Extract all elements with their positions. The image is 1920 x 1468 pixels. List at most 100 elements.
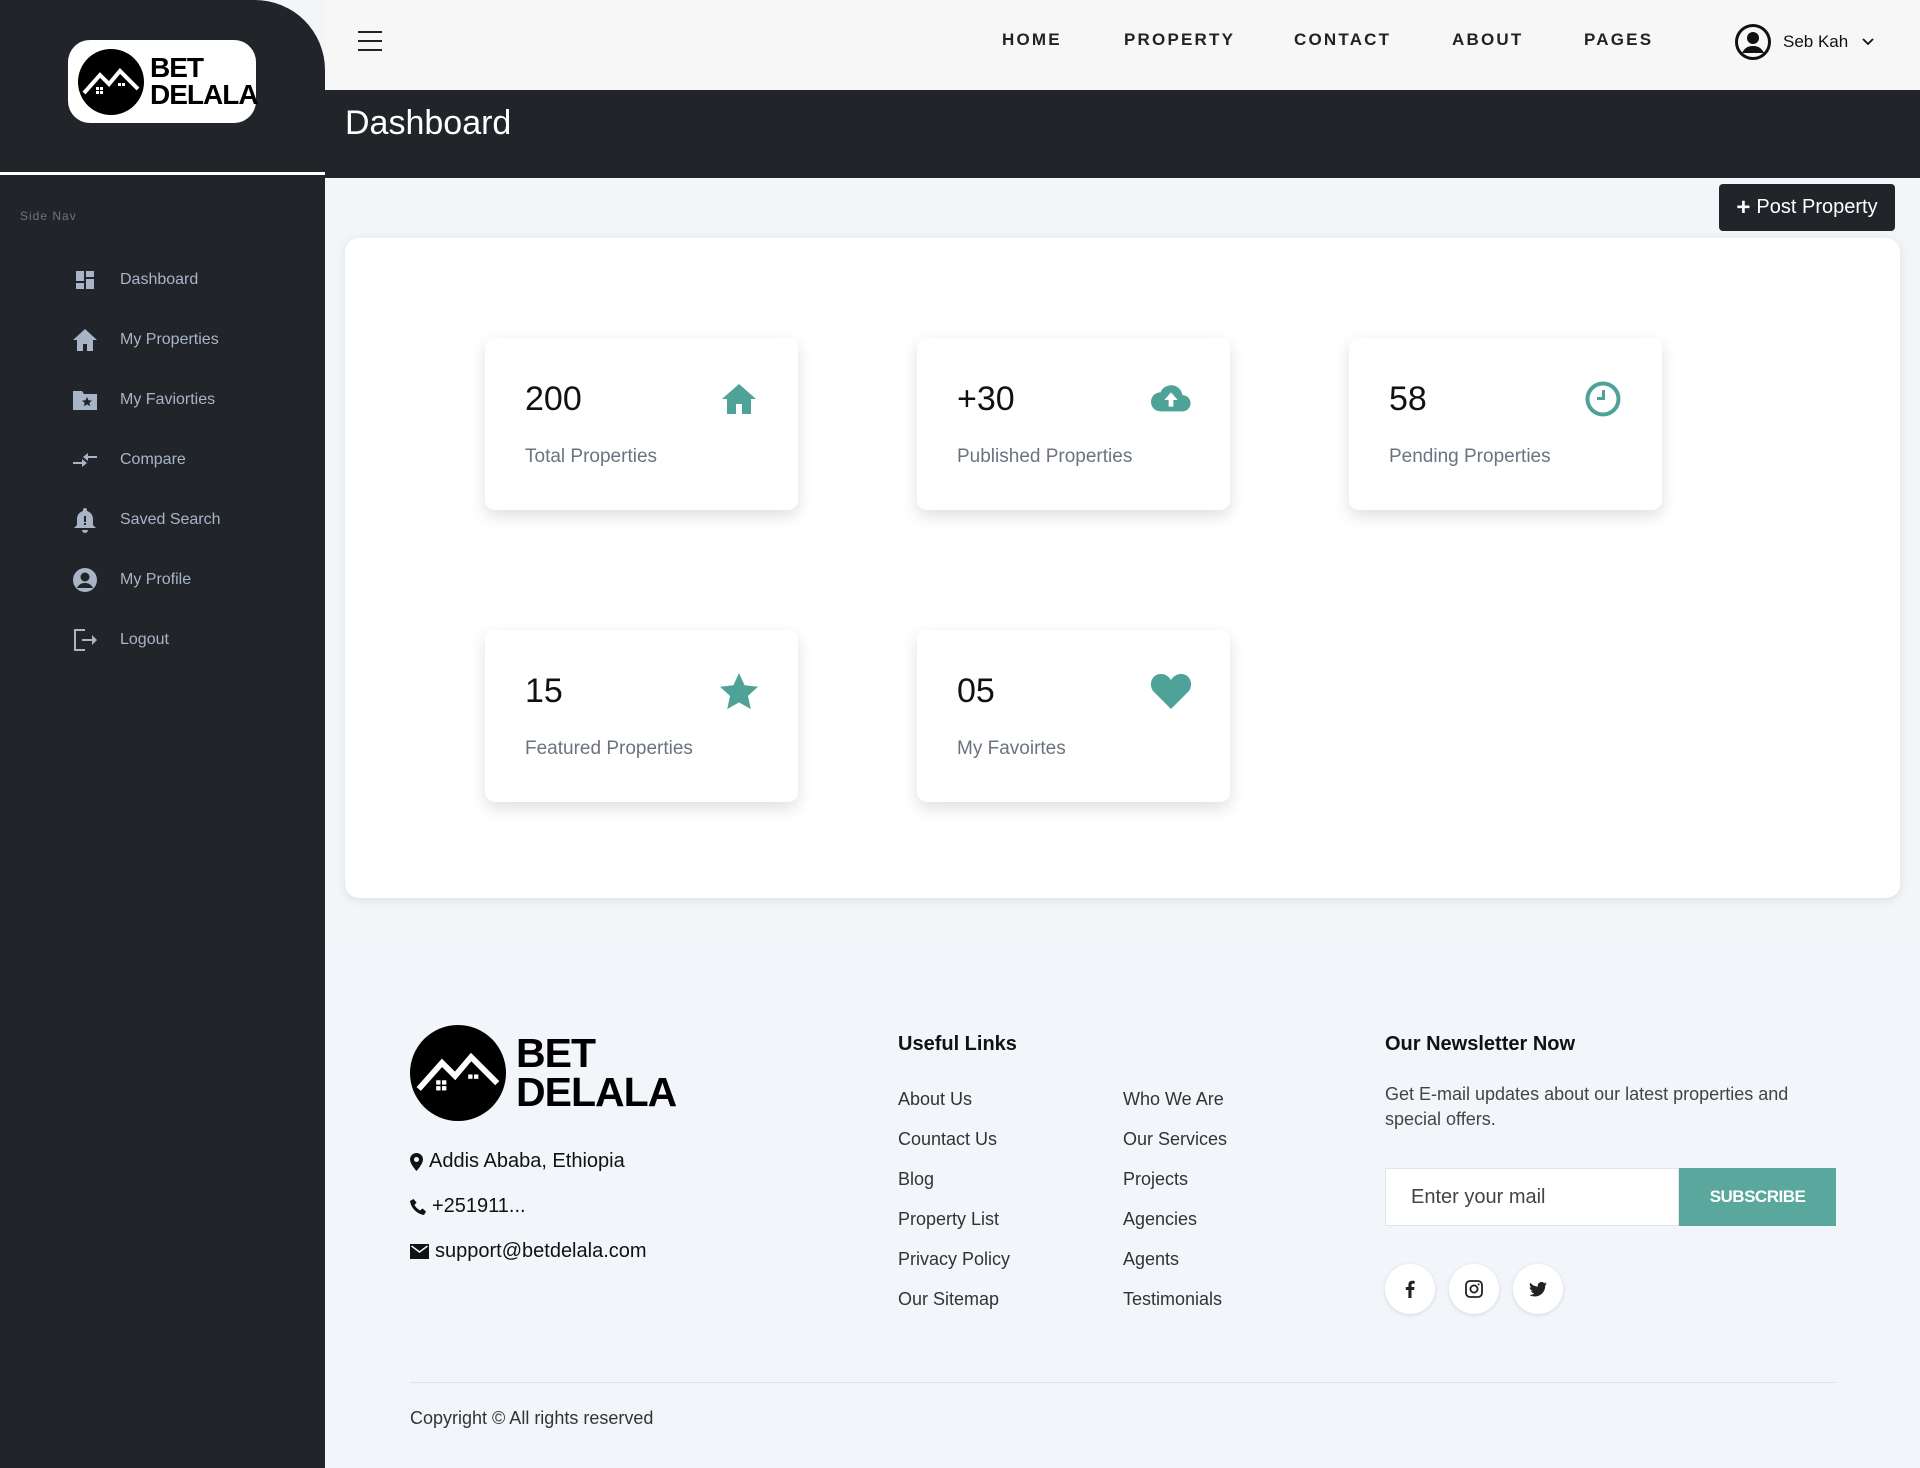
nav-link-about[interactable]: ABOUT: [1452, 30, 1523, 50]
user-circle-icon: [72, 567, 98, 593]
sidebar-item-label: Logout: [120, 631, 169, 648]
sidebar: BET DELALA Side Nav Dashboard My Propert…: [0, 0, 325, 1468]
chevron-down-icon: [1862, 38, 1874, 46]
post-property-button[interactable]: + Post Property: [1719, 184, 1895, 231]
instagram-icon[interactable]: [1449, 1264, 1499, 1314]
sidebar-item-label: Compare: [120, 451, 186, 468]
facebook-icon[interactable]: [1385, 1264, 1435, 1314]
stat-card-my-favorites[interactable]: 05 My Favoirtes: [917, 630, 1230, 802]
sidebar-item-my-favorites[interactable]: My Faviorties: [0, 370, 325, 430]
footer-link-testimonials[interactable]: Testimonials: [1123, 1289, 1222, 1310]
subscribe-button[interactable]: SUBSCRIBE: [1679, 1168, 1836, 1226]
sidebar-item-my-properties[interactable]: My Properties: [0, 310, 325, 370]
footer-link-who-we-are[interactable]: Who We Are: [1123, 1089, 1224, 1110]
sidebar-item-label: Dashboard: [120, 271, 199, 288]
sidebar-item-label: My Profile: [120, 571, 192, 588]
user-menu[interactable]: Seb Kah: [1735, 24, 1874, 60]
newsletter-email-input[interactable]: [1385, 1168, 1679, 1226]
brand-logo-icon: [410, 1025, 506, 1121]
clock-icon: [1582, 378, 1624, 420]
nav-link-pages[interactable]: PAGES: [1584, 30, 1653, 50]
brand-line2: DELALA: [150, 78, 259, 110]
dashboard-panel: 200 Total Properties +30 Published Prope…: [345, 238, 1900, 898]
stat-value: 200: [525, 380, 582, 418]
phone-text: +251911...: [432, 1195, 526, 1217]
sidebar-item-my-profile[interactable]: My Profile: [0, 550, 325, 610]
footer-link-contact-us[interactable]: Countact Us: [898, 1129, 997, 1150]
sidebar-logo[interactable]: BET DELALA: [68, 40, 259, 123]
home-icon: [72, 327, 98, 353]
footer-phone: +251911...: [410, 1195, 526, 1218]
footer-link-projects[interactable]: Projects: [1123, 1169, 1188, 1190]
sidebar-item-dashboard[interactable]: Dashboard: [0, 250, 325, 310]
footer-address: Addis Ababa, Ethiopia: [410, 1150, 625, 1173]
nav-link-home[interactable]: HOME: [1002, 30, 1062, 50]
stat-card-published-properties[interactable]: +30 Published Properties: [917, 338, 1230, 510]
bell-icon: [72, 507, 98, 533]
sidebar-divider: [0, 172, 325, 175]
footer-link-agencies[interactable]: Agencies: [1123, 1209, 1197, 1230]
footer-link-privacy-policy[interactable]: Privacy Policy: [898, 1249, 1010, 1270]
heart-icon: [1150, 670, 1192, 712]
menu-toggle-icon[interactable]: [358, 31, 382, 51]
stat-label: Pending Properties: [1389, 446, 1551, 467]
newsletter-description: Get E-mail updates about our latest prop…: [1385, 1084, 1789, 1129]
brand-line1: BET: [516, 1030, 596, 1077]
footer-link-blog[interactable]: Blog: [898, 1169, 934, 1190]
footer: BET DELALA Addis Ababa, Ethiopia +251911…: [325, 938, 1920, 1468]
footer-link-our-sitemap[interactable]: Our Sitemap: [898, 1289, 999, 1310]
footer-link-about-us[interactable]: About Us: [898, 1089, 972, 1110]
compare-arrows-icon: [72, 447, 98, 473]
stat-card-pending-properties[interactable]: 58 Pending Properties: [1349, 338, 1662, 510]
stat-value: 15: [525, 672, 563, 710]
email-text: support@betdelala.com: [435, 1240, 647, 1262]
map-marker-icon: [410, 1152, 423, 1171]
sidebar-nav: Dashboard My Properties My Faviorties Co…: [0, 250, 325, 670]
address-text: Addis Ababa, Ethiopia: [429, 1150, 625, 1172]
stat-label: Featured Properties: [525, 738, 693, 759]
home-icon: [718, 378, 760, 420]
sidebar-item-label: Saved Search: [120, 511, 221, 528]
copyright-text: Copyright © All rights reserved: [410, 1408, 654, 1428]
footer-link-agents[interactable]: Agents: [1123, 1249, 1179, 1270]
logout-icon: [72, 627, 98, 653]
stat-label: Published Properties: [957, 446, 1133, 467]
star-icon: [718, 670, 760, 712]
sidebar-item-saved-search[interactable]: Saved Search: [0, 490, 325, 550]
sidebar-item-label: My Faviorties: [120, 391, 216, 408]
sidebar-item-compare[interactable]: Compare: [0, 430, 325, 490]
brand-line1: BET: [150, 51, 204, 83]
footer-logo[interactable]: BET DELALA: [410, 1025, 677, 1121]
footer-link-our-services[interactable]: Our Services: [1123, 1129, 1227, 1150]
newsletter-form: SUBSCRIBE: [1385, 1168, 1836, 1226]
page-title: Dashboard: [345, 104, 512, 142]
nav-link-contact[interactable]: CONTACT: [1294, 30, 1391, 50]
stat-label: My Favoirtes: [957, 738, 1066, 759]
stat-value: +30: [957, 380, 1015, 418]
phone-icon: [410, 1198, 426, 1215]
footer-divider: [410, 1382, 1835, 1383]
post-property-label: Post Property: [1756, 196, 1878, 218]
stat-card-total-properties[interactable]: 200 Total Properties: [485, 338, 798, 510]
envelope-icon: [410, 1244, 429, 1259]
footer-link-property-list[interactable]: Property List: [898, 1209, 999, 1230]
stat-value: 58: [1389, 380, 1427, 418]
social-links: [1385, 1264, 1577, 1314]
sidebar-item-label: My Properties: [120, 331, 219, 348]
page-header: Dashboard: [325, 90, 1920, 178]
newsletter-heading: Our Newsletter Now: [1385, 1033, 1576, 1055]
footer-email[interactable]: support@betdelala.com: [410, 1240, 647, 1263]
useful-links-heading: Useful Links: [898, 1033, 1017, 1055]
twitter-icon[interactable]: [1513, 1264, 1563, 1314]
cloud-upload-icon: [1150, 378, 1192, 420]
sidebar-item-logout[interactable]: Logout: [0, 610, 325, 670]
user-name: Seb Kah: [1783, 32, 1849, 51]
nav-link-property[interactable]: PROPERTY: [1124, 30, 1235, 50]
brand-line2: DELALA: [516, 1069, 677, 1115]
brand-name: BET DELALA: [150, 51, 259, 110]
favorite-folder-icon: [72, 387, 98, 413]
plus-icon: +: [1736, 193, 1751, 221]
user-avatar-icon: [1735, 24, 1771, 60]
stat-card-featured-properties[interactable]: 15 Featured Properties: [485, 630, 798, 802]
brand-logo-icon: [78, 48, 144, 115]
